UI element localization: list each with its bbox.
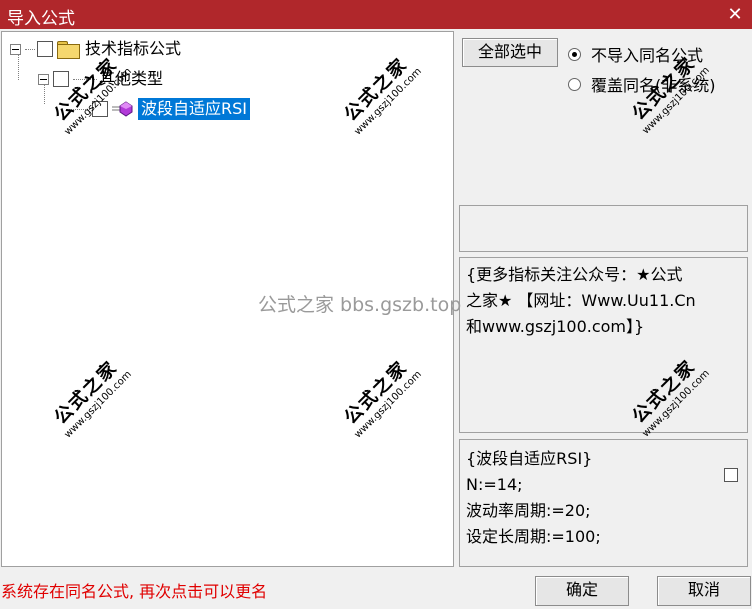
watermark: 公式之家 www.gszj100.com: [340, 53, 424, 138]
code-line: {波段自适应RSI}: [466, 449, 593, 468]
code-line: N:=14;: [466, 475, 523, 494]
info-box: [459, 205, 748, 252]
tree-node-group[interactable]: 其他类型: [38, 67, 163, 91]
option-overwrite-duplicate[interactable]: 覆盖同名(非系统): [568, 72, 716, 96]
tree-connector: [25, 48, 35, 50]
formula-gem-icon: [112, 101, 134, 117]
item-checkbox[interactable]: [92, 101, 108, 117]
watermark: 公式之家 www.gszj100.com: [50, 356, 134, 441]
option-label: 不导入同名公式: [591, 46, 704, 65]
select-all-button[interactable]: 全部选中: [462, 38, 558, 67]
option-skip-duplicate[interactable]: 不导入同名公式: [568, 42, 703, 66]
radio-overwrite-duplicate[interactable]: [568, 77, 581, 91]
formula-code-preview: {波段自适应RSI} N:=14; 波动率周期:=20; 设定长周期:=100;: [459, 439, 748, 567]
root-checkbox[interactable]: [37, 41, 53, 57]
tree-node-label-selected[interactable]: 波段自适应RSI: [138, 98, 250, 120]
close-button[interactable]: ✕: [724, 4, 746, 25]
tree-connector: [73, 78, 97, 80]
tree-connector: [66, 108, 90, 110]
title-bar: 导入公式 ✕: [0, 0, 752, 29]
description-line: {更多指标关注公众号：★公式: [466, 265, 683, 284]
tree-node-item[interactable]: 波段自适应RSI: [66, 97, 250, 121]
tree-node-root[interactable]: 技术指标公式: [10, 37, 181, 61]
folder-icon: [57, 40, 80, 59]
formula-description: {更多指标关注公众号：★公式 之家★ 【网址：Www.Uu11.Cn 和www.…: [459, 257, 748, 433]
option-label: 覆盖同名(非系统): [591, 76, 716, 95]
code-line: 设定长周期:=100;: [466, 527, 601, 546]
radio-skip-duplicate[interactable]: [568, 47, 581, 61]
watermark: 公式之家 www.gszj100.com: [340, 356, 424, 441]
code-preview-checkbox[interactable]: [724, 468, 738, 482]
collapse-toggle[interactable]: [10, 43, 21, 55]
tree-node-label: 其他类型: [99, 69, 164, 88]
cancel-button[interactable]: 取消: [657, 576, 751, 606]
tree-node-label: 技术指标公式: [85, 39, 182, 58]
ok-button[interactable]: 确定: [535, 576, 629, 606]
status-message: 系统存在同名公式, 再次点击可以更名: [1, 582, 268, 601]
code-line: 波动率周期:=20;: [466, 501, 591, 520]
description-line: 和www.gszj100.com】}: [466, 317, 645, 336]
window-title: 导入公式: [7, 9, 75, 29]
description-line: 之家★ 【网址：Www.Uu11.Cn: [466, 291, 696, 310]
formula-tree[interactable]: 技术指标公式 其他类型 波段自适应RSI 公式之家 www.gszj100.com…: [1, 31, 454, 567]
collapse-toggle[interactable]: [38, 73, 49, 85]
group-checkbox[interactable]: [53, 71, 69, 87]
